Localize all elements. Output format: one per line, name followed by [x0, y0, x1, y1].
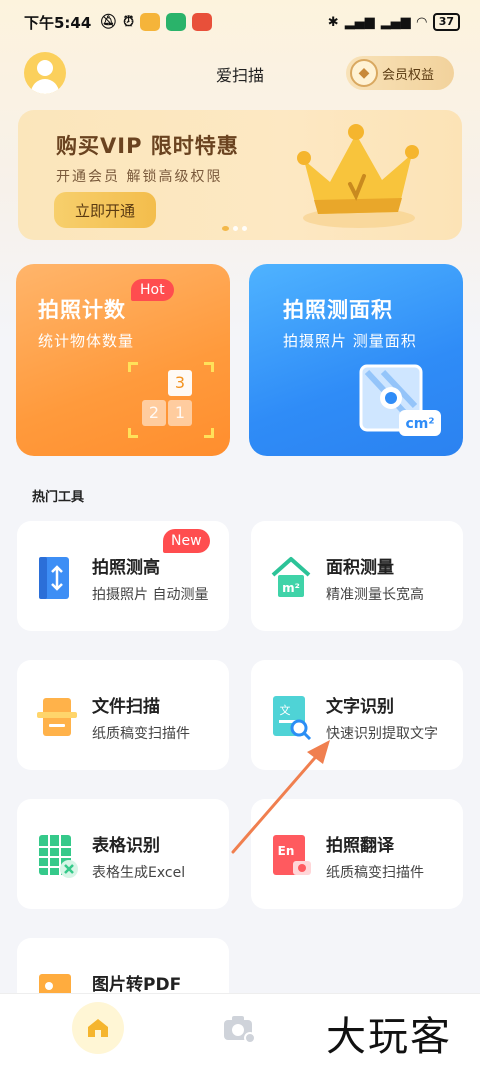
ruler-icon [39, 557, 69, 599]
store-app-icon [192, 13, 213, 31]
tool-name: 文字识别 [326, 697, 394, 717]
photo-count-title: 拍照计数 [38, 298, 126, 322]
banner-pagination [222, 226, 247, 231]
open-vip-button[interactable]: 立即开通 [54, 192, 156, 228]
tool-desc: 表格生成Excel [92, 865, 186, 881]
text-recognize-icon: 文 [273, 696, 312, 740]
status-right-group: ✱ ▂▄▆ ▂▄▆ ◠ 37 [328, 13, 460, 31]
pagination-dot [242, 226, 247, 231]
vip-benefits-button[interactable]: ◆ 会员权益 [346, 56, 454, 90]
banner-title: 购买VIP 限时特惠 [56, 134, 239, 158]
home-icon [88, 1019, 108, 1037]
vip-promo-banner[interactable]: 购买VIP 限时特惠 开通会员 解锁高级权限 立即开通 [18, 110, 462, 240]
tool-file-scan[interactable]: 文件扫描 纸质稿变扫描件 [17, 660, 229, 770]
signal-2-icon: ▂▄▆ [380, 14, 411, 30]
battery-icon: 37 [432, 13, 460, 31]
en-label: En [278, 844, 295, 858]
count-block: 3 [168, 370, 192, 396]
photo-area-card[interactable]: 拍照测面积 拍摄照片 测量面积 cm² [249, 264, 463, 456]
frame-corner [204, 428, 214, 438]
photo-count-card[interactable]: 拍照计数 统计物体数量 3 2 1 [16, 264, 230, 456]
tool-desc: 快速识别提取文字 [326, 726, 438, 742]
alarm-icon: ⏰︎ [123, 14, 135, 30]
photo-area-subtitle: 拍摄照片 测量面积 [283, 332, 417, 350]
tool-photo-translate[interactable]: En 拍照翻译 纸质稿变扫描件 [251, 799, 463, 909]
new-badge: New [163, 529, 210, 553]
translate-icon: En [273, 835, 311, 875]
cm2-label: cm² [405, 416, 434, 432]
tool-text-recognition[interactable]: 文 文字识别 快速识别提取文字 [251, 660, 463, 770]
tool-name: 拍照翻译 [326, 836, 394, 856]
shield-app-icon [166, 13, 187, 31]
m2-label: m² [282, 581, 300, 595]
count-block: 1 [168, 400, 192, 426]
tool-desc: 纸质稿变扫描件 [92, 726, 190, 742]
banner-subtitle: 开通会员 解锁高级权限 [56, 169, 223, 185]
hot-badge: Hot [131, 279, 174, 301]
document-scan-icon [37, 698, 77, 736]
count-block: 2 [142, 400, 166, 426]
wen-label: 文 [280, 703, 291, 717]
pagination-dot [233, 226, 238, 231]
tool-table-recognition[interactable]: 表格识别 表格生成Excel [17, 799, 229, 909]
tool-desc: 精准测量长宽高 [326, 587, 424, 603]
camera-icon[interactable] [222, 1014, 256, 1044]
app-header: 爱扫描 ◆ 会员权益 [0, 48, 480, 100]
status-bar: 下午5:44 🔕︎ ⏰︎ ✱ ▂▄▆ ▂▄▆ ◠ 37 [0, 0, 480, 44]
tool-name: 图片转PDF [92, 975, 182, 995]
signal-icon: ▂▄▆ [344, 14, 375, 30]
frame-corner [128, 428, 138, 438]
tool-area-measure[interactable]: m² 面积测量 精准测量长宽高 [251, 521, 463, 631]
tool-name: 拍照测高 [92, 558, 160, 578]
tool-desc: 拍摄照片 自动测量 [92, 587, 209, 603]
house-area-icon: m² [271, 557, 311, 597]
table-excel-icon [39, 835, 78, 878]
diamond-icon: ◆ [350, 59, 378, 87]
pagination-dot [222, 226, 229, 231]
status-time: 下午5:44 [24, 13, 92, 32]
section-title: 热门工具 [32, 490, 85, 505]
tool-name: 表格识别 [92, 836, 160, 856]
mute-bell-icon: 🔕︎ [99, 14, 118, 30]
tool-name: 面积测量 [326, 558, 394, 578]
area-camera-icon: cm² [359, 364, 441, 436]
app-notification-icon [140, 13, 161, 31]
frame-corner [204, 362, 214, 372]
frame-corner [128, 362, 138, 372]
tool-desc: 纸质稿变扫描件 [326, 865, 424, 881]
wifi-icon: ◠ [416, 14, 427, 30]
photo-area-title: 拍照测面积 [283, 298, 393, 322]
count-blocks-icon: 3 2 1 [128, 362, 214, 438]
bluetooth-icon: ✱ [327, 14, 339, 30]
photo-count-subtitle: 统计物体数量 [38, 332, 135, 350]
tool-name: 文件扫描 [92, 697, 160, 717]
vip-benefits-label: 会员权益 [382, 67, 435, 83]
watermark: 大玩客 [326, 1014, 452, 1060]
nav-home-button[interactable] [72, 1002, 124, 1054]
crown-icon [297, 124, 419, 228]
